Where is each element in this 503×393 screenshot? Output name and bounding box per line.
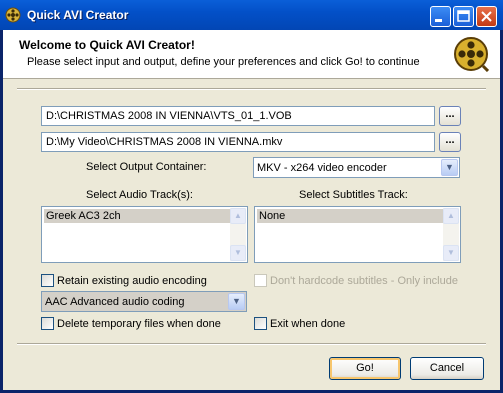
go-button[interactable]: Go! — [329, 357, 401, 380]
scroll-up-icon[interactable]: ▲ — [443, 208, 459, 224]
output-container-value: MKV - x264 video encoder — [257, 162, 387, 174]
audio-codec-select[interactable]: AAC Advanced audio coding ▼ — [41, 291, 247, 312]
dont-hardcode-label: Don't hardcode subtitles - Only include — [270, 275, 458, 287]
list-item[interactable]: Greek AC3 2ch — [44, 209, 230, 223]
audio-list-scrollbar[interactable]: ▲ ▼ — [230, 208, 246, 261]
cancel-button[interactable]: Cancel — [410, 357, 484, 380]
subtitles-track-list[interactable]: None ▲ ▼ — [254, 206, 461, 263]
audio-track-list[interactable]: Greek AC3 2ch ▲ ▼ — [41, 206, 248, 263]
dialog-body: Welcome to Quick AVI Creator! Please sel… — [3, 30, 500, 390]
input-path-field[interactable]: D:\CHRISTMAS 2008 IN VIENNA\VTS_01_1.VOB — [41, 106, 435, 126]
delete-temp-checkbox[interactable] — [41, 317, 54, 330]
maximize-button[interactable] — [453, 6, 474, 27]
subtitles-track-label: Select Subtitles Track: — [299, 189, 408, 201]
separator — [17, 343, 486, 345]
retain-audio-checkbox[interactable] — [41, 274, 54, 287]
window-title: Quick AVI Creator — [27, 8, 129, 22]
exit-when-done-checkbox[interactable] — [254, 317, 267, 330]
app-window: Quick AVI Creator Welcome to Quick AVI C… — [0, 0, 503, 393]
delete-temp-label: Delete temporary files when done — [57, 318, 221, 330]
dont-hardcode-checkbox[interactable] — [254, 274, 267, 287]
chevron-down-icon[interactable]: ▼ — [441, 159, 458, 176]
browse-input-button[interactable]: ... — [439, 106, 461, 126]
audio-codec-value: AAC Advanced audio coding — [45, 296, 185, 308]
film-reel-icon — [454, 37, 489, 72]
header-title: Welcome to Quick AVI Creator! — [19, 38, 195, 52]
minimize-button[interactable] — [430, 6, 451, 27]
scroll-down-icon[interactable]: ▼ — [443, 245, 459, 261]
subtitles-list-scrollbar[interactable]: ▲ ▼ — [443, 208, 459, 261]
output-path-field[interactable]: D:\My Video\CHRISTMAS 2008 IN VIENNA.mkv — [41, 132, 435, 152]
separator — [17, 88, 486, 90]
header-subtitle: Please select input and output, define y… — [27, 56, 420, 68]
retain-audio-label: Retain existing audio encoding — [57, 275, 207, 287]
scroll-up-icon[interactable]: ▲ — [230, 208, 246, 224]
minimize-icon — [435, 19, 442, 22]
list-item[interactable]: None — [257, 209, 443, 223]
audio-track-label: Select Audio Track(s): — [86, 189, 193, 201]
title-bar[interactable]: Quick AVI Creator — [0, 0, 503, 30]
browse-output-button[interactable]: ... — [439, 132, 461, 152]
exit-when-done-label: Exit when done — [270, 318, 346, 330]
output-container-select[interactable]: MKV - x264 video encoder ▼ — [253, 157, 460, 178]
close-button[interactable] — [476, 6, 497, 27]
close-icon — [481, 11, 492, 22]
header-banner: Welcome to Quick AVI Creator! Please sel… — [3, 30, 500, 79]
chevron-down-icon[interactable]: ▼ — [228, 293, 245, 310]
scroll-down-icon[interactable]: ▼ — [230, 245, 246, 261]
film-reel-icon — [5, 7, 21, 23]
maximize-icon — [457, 10, 470, 22]
output-container-label: Select Output Container: — [86, 161, 207, 173]
